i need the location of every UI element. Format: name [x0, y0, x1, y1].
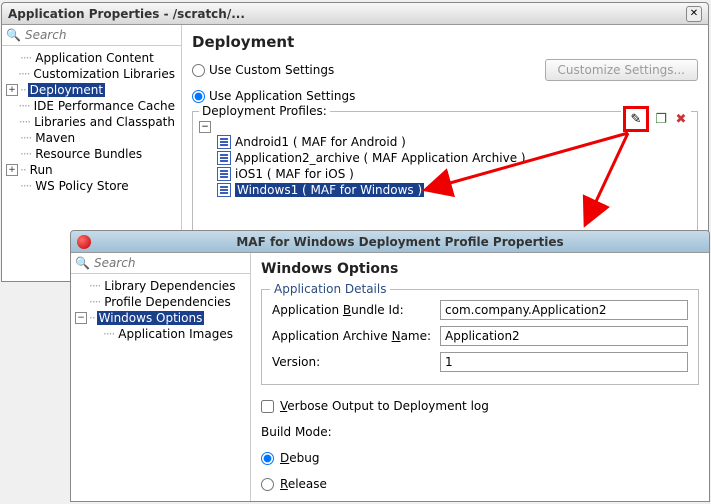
tree-run[interactable]: Run: [28, 163, 55, 177]
tree-application-images[interactable]: Application Images: [116, 327, 235, 341]
search-input[interactable]: [25, 28, 177, 42]
use-custom-settings-radio[interactable]: Use Custom Settings: [192, 63, 334, 77]
verbose-checkbox[interactable]: [261, 400, 274, 413]
debug-radio[interactable]: [261, 452, 274, 465]
version-field[interactable]: [440, 352, 688, 372]
fieldset-legend: Application Details: [270, 282, 390, 296]
bundle-id-field[interactable]: [440, 300, 688, 320]
search-row: 🔍: [2, 25, 181, 46]
build-mode-label: Build Mode:: [261, 425, 699, 439]
delete-icon[interactable]: ✖: [673, 111, 689, 127]
archive-name-label: Application Archive Name:: [272, 329, 432, 343]
bundle-id-label: Application Bundle Id:: [272, 303, 432, 317]
profile-ios[interactable]: iOS1 ( MAF for iOS ): [199, 166, 691, 182]
close-icon[interactable]: ✕: [686, 6, 702, 22]
duplicate-icon[interactable]: ❐: [653, 111, 669, 127]
nav-tree: ····Library Dependencies ····Profile Dep…: [71, 274, 250, 501]
search-icon: 🔍: [75, 256, 90, 270]
profile-icon: [217, 167, 231, 181]
tree-resource-bundles[interactable]: Resource Bundles: [33, 147, 144, 161]
window-title: Application Properties - /scratch/...: [8, 7, 686, 21]
tree-maven[interactable]: Maven: [33, 131, 77, 145]
tree-application-content[interactable]: Application Content: [33, 51, 156, 65]
collapse-icon[interactable]: −: [199, 121, 211, 133]
profile-icon: [217, 135, 231, 149]
tree-libraries-and-classpath[interactable]: Libraries and Classpath: [32, 115, 177, 129]
profile-icon: [217, 151, 231, 165]
window-title: MAF for Windows Deployment Profile Prope…: [97, 235, 703, 249]
archive-name-field[interactable]: [440, 326, 688, 346]
tree-deployment[interactable]: Deployment: [28, 83, 105, 97]
tree-profile-dependencies[interactable]: Profile Dependencies: [102, 295, 233, 309]
profiles-legend: Deployment Profiles:: [199, 104, 330, 118]
verbose-label: Verbose Output to Deployment log: [280, 399, 489, 413]
search-icon: 🔍: [6, 28, 21, 42]
app-icon: [77, 235, 91, 249]
tree-ide-performance-cache[interactable]: IDE Performance Cache: [32, 99, 177, 113]
version-label: Version:: [272, 355, 432, 369]
tree-ws-policy-store[interactable]: WS Policy Store: [33, 179, 130, 193]
profile-archive[interactable]: Application2_archive ( MAF Application A…: [199, 150, 691, 166]
profile-android[interactable]: Android1 ( MAF for Android ): [199, 134, 691, 150]
release-radio[interactable]: [261, 478, 274, 491]
tree-library-dependencies[interactable]: Library Dependencies: [102, 279, 237, 293]
page-title: Deployment: [192, 33, 698, 51]
page-title: Windows Options: [261, 261, 699, 277]
search-input[interactable]: [94, 256, 246, 270]
search-row: 🔍: [71, 253, 250, 274]
expand-icon[interactable]: +: [6, 84, 18, 96]
use-application-settings-radio[interactable]: Use Application Settings: [192, 89, 355, 103]
profile-icon: [217, 183, 231, 197]
collapse-icon[interactable]: −: [75, 312, 87, 324]
edit-icon[interactable]: ✎: [628, 111, 644, 127]
debug-label: Debug: [280, 451, 319, 465]
profile-windows[interactable]: Windows1 ( MAF for Windows ): [199, 182, 691, 198]
expand-icon[interactable]: +: [6, 164, 18, 176]
tree-customization-libraries[interactable]: Customization Libraries: [31, 67, 177, 81]
customize-settings-button: Customize Settings...: [545, 59, 698, 81]
tree-windows-options[interactable]: Windows Options: [97, 311, 205, 325]
release-label: Release: [280, 477, 327, 491]
